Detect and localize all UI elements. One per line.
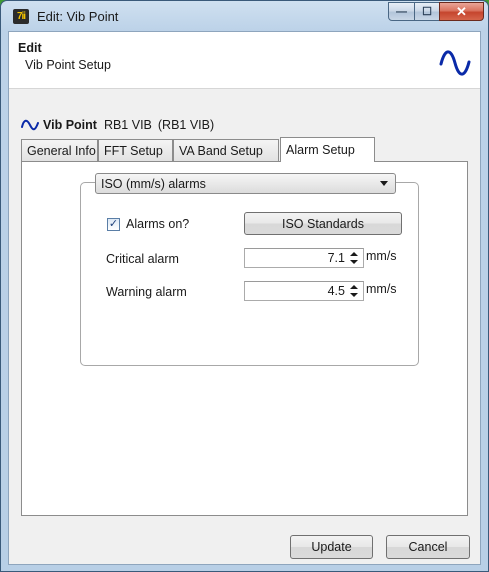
warning-alarm-input[interactable]: 4.5 [244,281,364,301]
maximize-button[interactable]: ☐ [414,2,440,21]
iso-standards-button[interactable]: ISO Standards [244,212,402,235]
point-id-paren: (RB1 VIB) [157,118,215,132]
app-icon: 7ii [13,9,29,24]
alarm-setup-panel: ISO (mm/s) alarms ✓ Alarms on? ISO Stand… [21,161,468,516]
window-title: Edit: Vib Point [37,9,119,24]
close-button[interactable]: ✕ [439,2,484,21]
alarm-mode-selected: ISO (mm/s) alarms [101,176,206,191]
dialog-header: Edit Vib Point Setup [9,32,480,89]
update-button[interactable]: Update [290,535,373,559]
tab-va-band-setup[interactable]: VA Band Setup [173,139,279,161]
critical-alarm-value: 7.1 [327,251,345,265]
critical-alarm-unit: mm/s [366,249,397,263]
minimize-button[interactable]: — [388,2,415,21]
dialog-client-area: Edit Vib Point Setup Vib Point RB1 VIB (… [8,31,481,565]
tab-fft-setup[interactable]: FFT Setup [98,139,173,161]
dialog-header-title: Edit [18,41,42,55]
warning-alarm-unit: mm/s [366,282,397,296]
warning-alarm-value: 4.5 [327,284,345,298]
chevron-down-icon [380,181,388,186]
point-identifier: Vib Point RB1 VIB (RB1 VIB) [21,118,214,132]
point-name: Vib Point [43,118,97,132]
tab-alarm-setup[interactable]: Alarm Setup [280,137,375,162]
sine-wave-icon [439,50,471,76]
alarms-on-label: Alarms on? [126,217,190,231]
alarm-group-box [80,182,419,366]
tab-general-info[interactable]: General Info [21,139,98,161]
point-id: RB1 VIB [103,118,152,132]
alarms-on-checkbox[interactable]: ✓ [107,218,120,231]
cancel-button[interactable]: Cancel [386,535,470,559]
critical-alarm-label: Critical alarm [106,252,179,266]
warning-alarm-label: Warning alarm [106,285,187,299]
spinner-icon[interactable] [350,284,359,298]
dialog-header-subtitle: Vib Point Setup [25,58,111,72]
alarm-mode-dropdown[interactable]: ISO (mm/s) alarms [95,173,396,194]
edit-vib-point-window: 7ii Edit: Vib Point — ☐ ✕ Edit Vib Point… [0,0,489,572]
spinner-icon[interactable] [350,251,359,265]
critical-alarm-input[interactable]: 7.1 [244,248,364,268]
title-bar[interactable]: 7ii Edit: Vib Point — ☐ ✕ [1,1,488,31]
sine-wave-icon [21,119,39,131]
